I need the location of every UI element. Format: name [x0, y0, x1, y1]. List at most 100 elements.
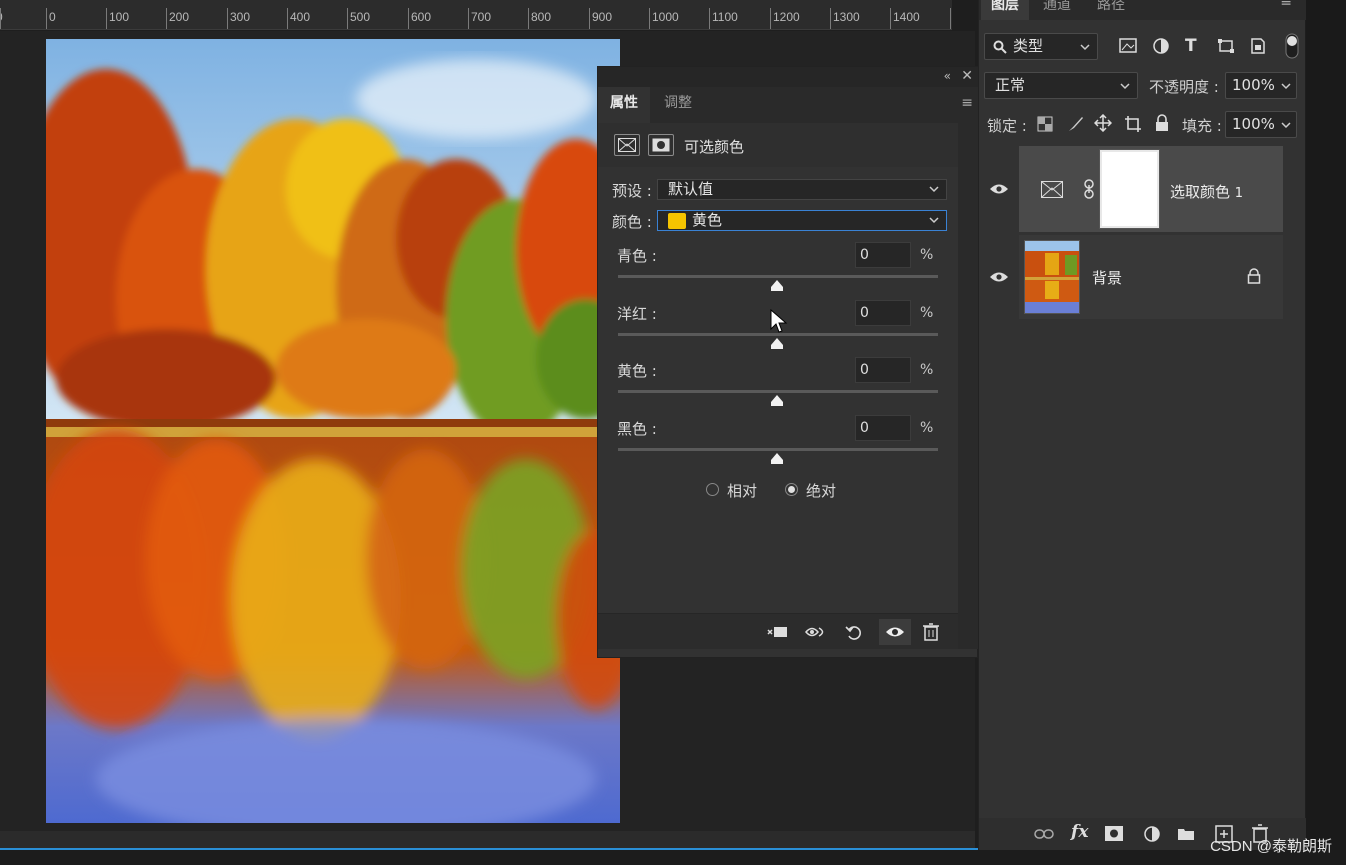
chevron-down-icon [1080, 44, 1090, 51]
magenta-value-input[interactable]: 0 [855, 300, 911, 326]
opacity-value: 100% [1232, 76, 1275, 94]
properties-panel: « ✕ 属性 调整 ≡ 可选颜色 预设 : 默认值 颜色 : 黄色 青色 : 0… [597, 66, 979, 658]
slider-label: 青色 : [617, 247, 657, 265]
toggle-visibility-icon[interactable] [879, 619, 911, 645]
smart-object-filter-icon[interactable] [1250, 38, 1266, 54]
tab-channels[interactable]: 通道 [1043, 0, 1071, 20]
chevron-down-icon [1281, 83, 1291, 90]
percent-unit: % [920, 247, 934, 263]
slider-label: 黄色 : [617, 362, 657, 380]
view-previous-state-icon[interactable] [803, 619, 829, 645]
yellow-slider-thumb[interactable] [770, 394, 784, 408]
shape-filter-icon[interactable] [1217, 38, 1235, 54]
tab-adjustments[interactable]: 调整 [652, 87, 704, 123]
yellow-slider-track[interactable] [618, 390, 938, 393]
blend-mode-dropdown[interactable]: 正常 [984, 72, 1138, 99]
horizontal-scrollbar[interactable] [0, 831, 975, 849]
lock-transparent-icon[interactable] [1037, 116, 1053, 132]
reset-icon[interactable] [841, 619, 867, 645]
layer-row-background[interactable]: 背景 [979, 235, 1283, 319]
new-adjustment-icon[interactable] [1143, 825, 1161, 843]
filter-toggle-icon[interactable] [1285, 33, 1299, 59]
fx-icon[interactable]: fx [1071, 822, 1088, 842]
adjustment-layer-icon[interactable] [614, 134, 640, 156]
thumbnail-image [1025, 241, 1079, 313]
link-layers-icon[interactable] [1034, 828, 1054, 840]
right-edge-strip [1306, 0, 1346, 850]
ruler-label: 0 [49, 10, 56, 24]
black-value-input[interactable]: 0 [855, 415, 911, 441]
layers-tabbar: 图层 通道 路径 ≡ [979, 0, 1306, 20]
add-mask-icon[interactable] [1105, 826, 1123, 841]
properties-tabs: 属性 调整 ≡ [598, 87, 979, 123]
document-image[interactable] [46, 39, 620, 823]
opacity-input[interactable]: 100% [1225, 72, 1297, 99]
percent-unit: % [920, 305, 934, 321]
color-dropdown[interactable]: 黄色 [657, 210, 947, 231]
layer-filter-dropdown[interactable]: 类型 [984, 33, 1098, 60]
fill-label: 填充 : [1182, 117, 1222, 135]
preset-value: 默认值 [668, 180, 714, 198]
mask-icon[interactable] [648, 134, 674, 156]
slider-label: 黑色 : [617, 420, 657, 438]
new-group-icon[interactable] [1177, 826, 1195, 841]
panel-menu-icon[interactable]: ≡ [961, 95, 973, 111]
absolute-radio[interactable] [785, 483, 798, 496]
absolute-label[interactable]: 绝对 [806, 480, 836, 501]
delete-icon[interactable] [918, 619, 944, 645]
magenta-slider-thumb[interactable] [770, 337, 784, 351]
lock-label: 锁定 : [987, 117, 1027, 135]
type-filter-icon[interactable]: T [1185, 36, 1197, 56]
relative-label[interactable]: 相对 [727, 480, 757, 501]
layer-image-thumbnail[interactable] [1024, 240, 1080, 314]
tab-layers[interactable]: 图层 [981, 0, 1029, 20]
relative-radio[interactable] [706, 483, 719, 496]
cyan-slider-track[interactable] [618, 275, 938, 278]
lock-position-icon[interactable] [1094, 114, 1112, 132]
slider-label: 洋红 : [617, 305, 657, 323]
lock-all-icon[interactable] [1155, 114, 1169, 132]
layer-row-selective-color[interactable]: 选取颜色 1 [979, 146, 1283, 232]
chain-link-icon[interactable] [1083, 179, 1095, 199]
fill-input[interactable]: 100% [1225, 111, 1297, 138]
yellow-value-input[interactable]: 0 [855, 357, 911, 383]
black-slider-thumb[interactable] [770, 452, 784, 466]
lock-image-icon[interactable] [1067, 115, 1085, 133]
close-icon[interactable]: ✕ [961, 68, 973, 84]
ruler-label: 600 [411, 10, 432, 24]
cyan-slider-thumb[interactable] [770, 279, 784, 293]
ruler-label: 700 [471, 10, 492, 24]
autumn-lake-photo [46, 39, 620, 823]
panel-menu-icon[interactable]: ≡ [1280, 0, 1292, 10]
collapse-icon[interactable]: « [944, 69, 951, 83]
preset-dropdown[interactable]: 默认值 [657, 179, 947, 200]
mouse-cursor-icon [770, 309, 788, 333]
clip-to-layer-icon[interactable] [764, 619, 790, 645]
ruler-label: 1000 [652, 10, 679, 24]
layer-mask-thumbnail[interactable] [1099, 149, 1160, 229]
black-slider-track[interactable] [618, 448, 938, 451]
ruler-label: 1300 [833, 10, 860, 24]
eye-icon[interactable] [989, 271, 1009, 283]
ruler-label: 1100 [712, 10, 738, 24]
properties-scrollbar[interactable] [958, 123, 978, 649]
eye-icon[interactable] [989, 183, 1009, 195]
properties-footer [598, 613, 958, 649]
chevron-down-icon [1281, 122, 1291, 129]
panel-titlebar: « ✕ [598, 67, 979, 87]
color-label: 颜色 : [612, 213, 652, 231]
color-value: 黄色 [692, 211, 723, 229]
pixel-filter-icon[interactable] [1119, 38, 1137, 54]
tab-paths[interactable]: 路径 [1097, 0, 1125, 20]
ruler-label: 300 [230, 10, 251, 24]
layers-panel: 图层 通道 路径 ≡ 类型 T 正常 不透明度 : 100% 锁定 : 填充 :… [978, 0, 1306, 850]
cyan-value-input[interactable]: 0 [855, 242, 911, 268]
adjustment-filter-icon[interactable] [1152, 37, 1170, 55]
adjustment-title: 可选颜色 [684, 138, 745, 156]
ruler-label: 1200 [773, 10, 800, 24]
layer-name[interactable]: 背景 [1092, 267, 1122, 288]
tab-properties[interactable]: 属性 [598, 87, 650, 123]
layer-name[interactable]: 选取颜色 1 [1170, 181, 1243, 202]
percent-unit: % [920, 362, 934, 378]
lock-artboard-icon[interactable] [1124, 115, 1142, 133]
